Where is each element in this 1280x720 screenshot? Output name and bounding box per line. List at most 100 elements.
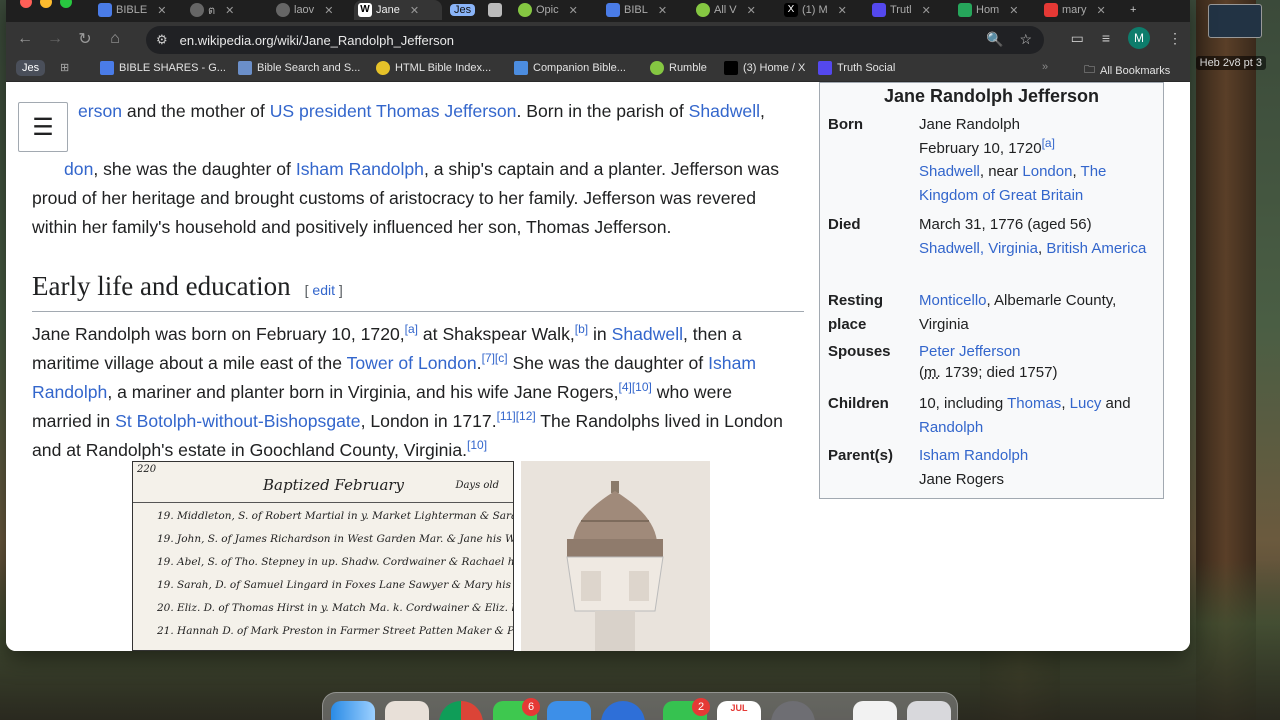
tab-6[interactable] — [484, 0, 508, 20]
minimize-window-button[interactable] — [40, 0, 52, 8]
close-tab-icon[interactable]: ✕ — [1009, 4, 1018, 17]
close-tab-icon[interactable]: ✕ — [569, 4, 578, 17]
baptismal-font-image[interactable] — [521, 461, 710, 651]
tab-bibl[interactable]: BIBL ✕ — [602, 0, 682, 20]
safari-icon[interactable] — [601, 701, 645, 720]
link-shadwell-body[interactable]: Shadwell — [612, 324, 683, 344]
tab-opic[interactable]: Opic ✕ — [514, 0, 592, 20]
globe-icon — [276, 3, 290, 17]
system-settings-icon[interactable] — [771, 701, 815, 720]
tab-group-chip[interactable]: Jes — [16, 60, 46, 76]
infobox-link-london[interactable]: London — [1022, 163, 1072, 180]
document-icon[interactable] — [853, 701, 897, 720]
thumbnail-caption: Heb 2v8 pt 3 — [1195, 56, 1266, 70]
link-shadwell[interactable]: Shadwell — [689, 101, 760, 121]
ref-10[interactable]: [10] — [467, 438, 487, 452]
finder-icon[interactable] — [331, 701, 375, 720]
infobox-link-shadwell[interactable]: Shadwell — [919, 163, 980, 180]
menu-icon[interactable]: ⋮ — [1168, 30, 1182, 47]
edit-section-link[interactable]: edit — [312, 282, 335, 298]
close-window-button[interactable] — [20, 0, 32, 8]
bookmark-star-icon[interactable]: ☆ — [1019, 31, 1032, 48]
star-icon — [376, 61, 390, 75]
tab-group-jes[interactable]: Jes — [446, 0, 476, 20]
link-thomas-jefferson[interactable]: US president Thomas Jefferson — [270, 101, 517, 121]
close-tab-icon[interactable]: ✕ — [1096, 4, 1105, 17]
early-life-paragraph: Jane Randolph was born on February 10, 1… — [32, 322, 783, 460]
tab-2[interactable]: ต ✕ — [186, 0, 264, 20]
infobox-link-british-america[interactable]: British America — [1046, 240, 1146, 257]
bookmark-truth-social[interactable]: Truth Social — [818, 61, 895, 75]
screenshot-thumbnail[interactable] — [1208, 4, 1262, 38]
tab-truth[interactable]: Trutl ✕ — [868, 0, 946, 20]
tab-mary[interactable]: mary ✕ — [1040, 0, 1120, 20]
link-isham[interactable]: Isham — [708, 353, 756, 373]
close-tab-icon[interactable]: ✕ — [225, 4, 234, 17]
infobox-ref-a[interactable]: [a] — [1042, 136, 1055, 150]
more-bookmarks-icon[interactable]: » — [1042, 61, 1048, 73]
bookmark-companion-bible[interactable]: Companion Bible... — [514, 61, 626, 75]
zoom-icon[interactable]: 🔍 — [986, 31, 1003, 48]
reload-button[interactable]: ↻ — [70, 24, 100, 54]
baptism-register-image[interactable]: 220 Baptized February Days old 19. Middl… — [132, 461, 514, 651]
infobox-link-monticello[interactable]: Monticello — [919, 292, 987, 309]
close-tab-icon[interactable]: ✕ — [838, 4, 847, 17]
infobox-link-peter-jefferson[interactable]: Peter Jefferson — [919, 343, 1020, 360]
infobox-link-randolph[interactable]: Randolph — [919, 419, 983, 436]
site-info-icon[interactable]: ⚙ — [156, 32, 168, 48]
launchpad-icon[interactable] — [385, 701, 429, 720]
address-bar[interactable]: ⚙ en.wikipedia.org/wiki/Jane_Randolph_Je… — [146, 26, 1044, 54]
ref-4-10[interactable]: [4][10] — [618, 380, 651, 394]
truth-social-icon — [818, 61, 832, 75]
close-tab-icon[interactable]: ✕ — [658, 4, 667, 17]
ref-b[interactable]: [b] — [575, 322, 588, 336]
close-tab-icon[interactable]: ✕ — [410, 4, 419, 17]
reading-list-icon[interactable]: ≡ — [1102, 30, 1110, 46]
infobox-link-lucy[interactable]: Lucy — [1070, 395, 1102, 412]
ref-a[interactable]: [a] — [405, 322, 418, 336]
all-bookmarks-folder[interactable]: 🗀 All Bookmarks — [1084, 61, 1170, 80]
close-tab-icon[interactable]: ✕ — [747, 4, 756, 17]
mail-icon[interactable] — [547, 701, 591, 720]
bookmark-rumble[interactable]: Rumble — [650, 61, 707, 75]
home-button[interactable]: ⌂ — [100, 24, 130, 54]
profile-avatar[interactable]: M — [1128, 27, 1150, 49]
bookmark-bible-shares[interactable]: BIBLE SHARES - G... — [100, 61, 226, 75]
ref-7c[interactable]: [7][c] — [482, 351, 508, 365]
close-tab-icon[interactable]: ✕ — [922, 4, 931, 17]
article-content: erson and the mother of US president Tho… — [32, 82, 804, 465]
chrome-icon[interactable] — [439, 701, 483, 720]
calendar-icon[interactable]: JUL — [717, 701, 761, 720]
link-st-botolph[interactable]: St Botolph-without-Bishopsgate — [115, 411, 360, 431]
tab-hom[interactable]: Hom ✕ — [954, 0, 1034, 20]
table-of-contents-button[interactable]: ☰ — [18, 102, 68, 152]
back-button[interactable]: ← — [10, 24, 40, 54]
infobox-link-shadwell-virginia[interactable]: Shadwell, Virginia — [919, 240, 1038, 257]
trash-icon[interactable] — [907, 701, 951, 720]
tab-3[interactable]: laov ✕ — [272, 0, 352, 20]
link-randolph[interactable]: Randolph — [32, 382, 107, 402]
bookmark-html-bible[interactable]: HTML Bible Index... — [376, 61, 491, 75]
link-london-fragment[interactable]: don — [32, 159, 93, 179]
messages-icon[interactable]: 6 — [493, 698, 540, 720]
apps-grid-icon[interactable]: ⊞ — [60, 61, 69, 74]
facetime-icon[interactable]: 2 — [663, 698, 710, 720]
link-isham-randolph[interactable]: Isham Randolph — [296, 159, 424, 179]
tab-jane-active[interactable]: W Jane ✕ — [354, 0, 442, 20]
bookmark-bible-search[interactable]: Bible Search and S... — [238, 61, 360, 75]
infobox-link-thomas[interactable]: Thomas — [1007, 395, 1061, 412]
zoom-window-button[interactable] — [60, 0, 72, 8]
close-tab-icon[interactable]: ✕ — [324, 4, 333, 17]
infobox-link-isham-randolph[interactable]: Isham Randolph — [919, 447, 1028, 464]
tab-bible[interactable]: BIBLE ✕ — [94, 0, 172, 20]
tab-x[interactable]: X (1) M ✕ — [780, 0, 860, 20]
bookmark-x-home[interactable]: (3) Home / X — [724, 61, 805, 75]
section-heading: Early life and education [ edit ] — [32, 272, 804, 312]
tab-allv[interactable]: All V ✕ — [692, 0, 772, 20]
ref-11-12[interactable]: [11][12] — [497, 409, 536, 423]
new-tab-button[interactable]: + — [1126, 0, 1146, 20]
close-tab-icon[interactable]: ✕ — [157, 4, 166, 17]
link-tower-of-london[interactable]: Tower of London — [347, 353, 477, 373]
cast-icon[interactable]: ▭ — [1071, 30, 1084, 47]
forward-button[interactable]: → — [40, 24, 70, 54]
